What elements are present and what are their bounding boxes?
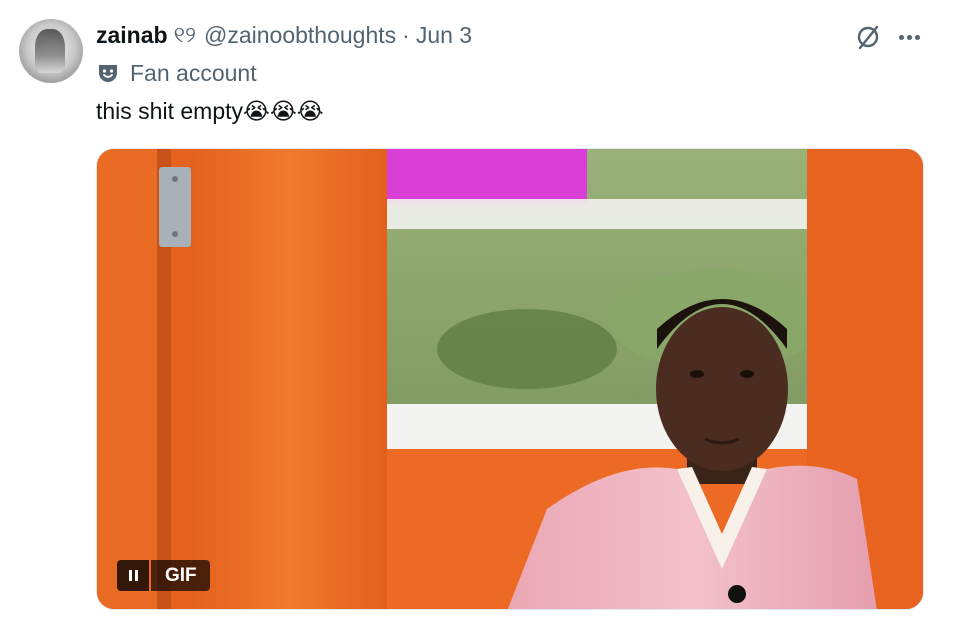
gif-media[interactable]: GIF (96, 148, 924, 610)
avatar-figure (35, 29, 65, 73)
theater-mask-icon (99, 65, 117, 82)
pause-button[interactable] (117, 560, 149, 591)
affiliation-label[interactable]: Fan account (96, 58, 257, 88)
grok-icon[interactable] (853, 22, 883, 52)
more-icon[interactable] (894, 22, 924, 52)
tweet-text: this shit empty😭😭😭 (96, 98, 324, 124)
gif-controls: GIF (117, 560, 210, 591)
name-glyph: ୧୨ (173, 22, 196, 47)
affiliation-text: Fan account (130, 59, 257, 86)
gif-badge: GIF (151, 560, 210, 591)
tweet-header: zainab ୧୨ @zainoobthoughts · Jun 3 (96, 18, 472, 52)
tweet-card[interactable]: zainab ୧୨ @zainoobthoughts · Jun 3 Fan a… (0, 0, 978, 626)
handle[interactable]: @zainoobthoughts (204, 22, 396, 49)
avatar[interactable] (19, 19, 83, 83)
gif-frame (97, 149, 923, 609)
separator-dot: · (402, 21, 410, 48)
timestamp[interactable]: Jun 3 (416, 22, 472, 49)
display-name[interactable]: zainab (96, 22, 168, 49)
